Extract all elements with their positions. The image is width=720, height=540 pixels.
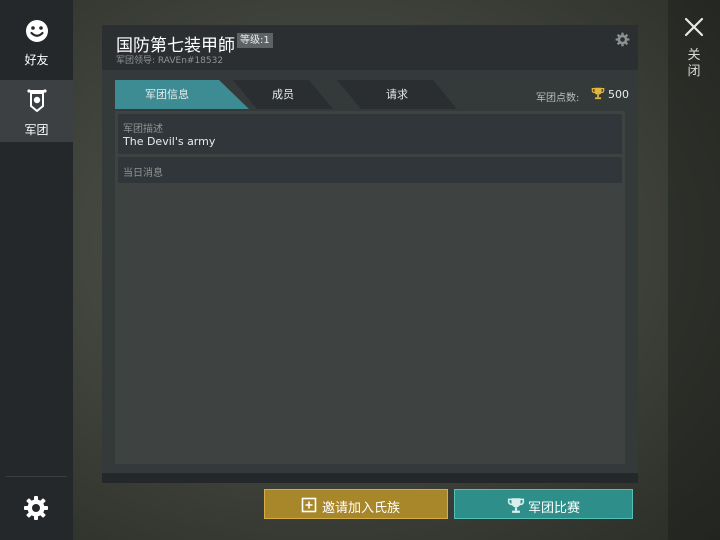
sidebar-divider — [6, 476, 67, 477]
left-sidebar: 好友 军团 — [0, 0, 73, 540]
guild-panel: 国防第七装甲師 等级:1 军团领导: RAVEn#18532 军团信息 成员 请… — [102, 25, 638, 483]
sidebar-item-guild[interactable]: 军团 — [0, 80, 73, 142]
tab-label: 军团信息 — [145, 88, 189, 101]
invite-button-label: 邀请加入氏族 — [322, 501, 401, 516]
trophy-icon — [507, 498, 525, 513]
daily-message-field[interactable]: 当日消息 — [118, 157, 622, 183]
sidebar-item-label: 好友 — [24, 53, 49, 67]
tab-label: 请求 — [386, 88, 408, 101]
sidebar-item-friends[interactable]: 好友 — [0, 10, 73, 72]
guild-info-content: 军团描述 The Devil's army 当日消息 — [115, 111, 625, 464]
guild-banner-icon — [27, 89, 47, 113]
close-label[interactable]: 关闭 — [686, 48, 702, 80]
guild-competition-button[interactable]: 军团比赛 — [454, 489, 633, 519]
guild-level-badge: 等级:1 — [237, 33, 273, 48]
guild-points-value: 500 — [608, 88, 629, 101]
description-value: The Devil's army — [123, 135, 216, 148]
sidebar-item-label: 军团 — [24, 123, 49, 137]
guild-points-label: 军团点数: — [536, 93, 580, 104]
tab-label: 成员 — [272, 88, 294, 101]
trophy-icon — [591, 87, 605, 100]
panel-bottom-bar — [102, 473, 638, 483]
guild-leader: 军团领导: RAVEn#18532 — [116, 56, 224, 66]
plus-square-icon — [301, 497, 317, 513]
guild-description-field[interactable]: 军团描述 The Devil's army — [118, 114, 622, 154]
competition-button-label: 军团比赛 — [528, 501, 581, 516]
gear-icon[interactable] — [615, 32, 630, 47]
gear-icon[interactable] — [23, 495, 49, 521]
tab-requests[interactable]: 请求 — [337, 80, 457, 109]
right-strip — [668, 0, 720, 540]
close-icon[interactable] — [683, 16, 705, 38]
invite-to-clan-button[interactable]: 邀请加入氏族 — [264, 489, 448, 519]
daily-message-label: 当日消息 — [123, 168, 163, 179]
guild-header: 国防第七装甲師 等级:1 军团领导: RAVEn#18532 — [102, 25, 638, 70]
description-label: 军团描述 — [123, 124, 163, 135]
tab-guild-info[interactable]: 军团信息 — [115, 80, 219, 109]
smiley-face-icon — [26, 20, 48, 42]
